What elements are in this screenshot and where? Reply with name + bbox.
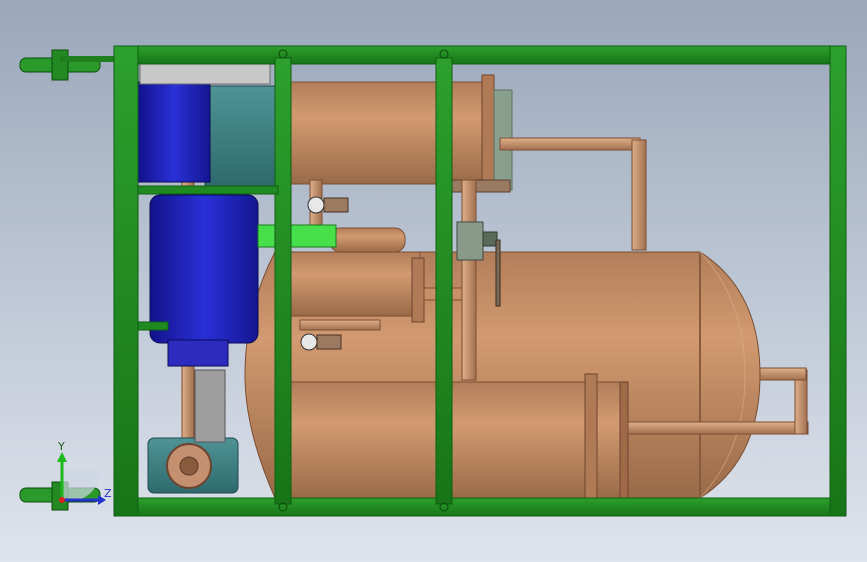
- tank-stub[interactable]: [329, 227, 406, 253]
- green-fitting[interactable]: [257, 224, 337, 248]
- axis-label-y: Y: [57, 440, 65, 453]
- blue-motor-lower[interactable]: [149, 194, 259, 367]
- axis-label-z: Z: [104, 487, 112, 500]
- upper-vessel[interactable]: [274, 74, 513, 193]
- coordinate-triad-icon: [57, 452, 106, 505]
- assembly-model[interactable]: Y Z: [0, 0, 867, 562]
- caster-top-left[interactable]: [19, 49, 115, 81]
- pipe-flange[interactable]: [166, 443, 212, 489]
- cad-viewport[interactable]: Y Z: [0, 0, 867, 562]
- lower-vessel[interactable]: [279, 373, 629, 501]
